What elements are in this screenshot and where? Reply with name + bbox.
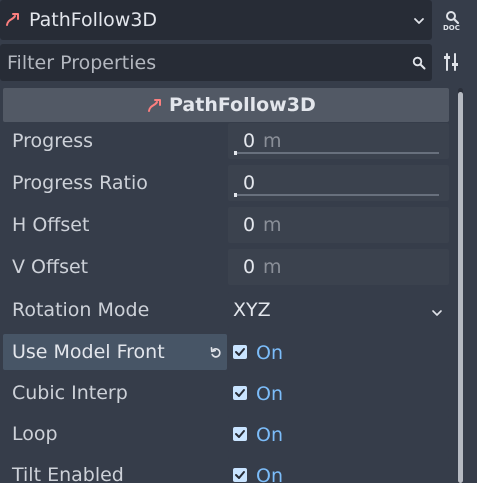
tilt-enabled-checkbox[interactable]: On <box>228 457 449 483</box>
property-label: Loop <box>12 423 58 445</box>
doc-button[interactable]: DOC <box>437 3 471 37</box>
rotation-mode-dropdown[interactable]: XYZ <box>228 292 449 328</box>
property-value: 0 <box>243 256 256 278</box>
use-model-front-checkbox[interactable]: On <box>228 334 449 370</box>
slider-track[interactable] <box>234 152 439 154</box>
loop-checkbox[interactable]: On <box>228 416 449 452</box>
sliders-icon <box>444 53 458 71</box>
property-label: Use Model Front <box>12 341 165 363</box>
property-value: 0 <box>243 214 256 236</box>
property-tools-button[interactable] <box>440 51 462 73</box>
property-label: Progress <box>12 130 94 152</box>
property-row-h-offset: H Offset 0 m <box>3 207 449 243</box>
node-name: PathFollow3D <box>29 9 158 31</box>
property-label: Progress Ratio <box>12 172 148 194</box>
inspector-panel: PathFollow3D DOC Filter Properties PathF… <box>0 0 477 483</box>
search-icon <box>412 55 426 70</box>
checkbox-label: On <box>256 383 283 405</box>
slider-grabber[interactable] <box>234 193 237 197</box>
property-label: Cubic Interp <box>12 382 128 404</box>
node-selector[interactable]: PathFollow3D <box>0 0 432 40</box>
inspector-scrollbar-thumb[interactable] <box>458 92 463 483</box>
h-offset-field[interactable]: 0 m <box>228 207 449 243</box>
property-label: Tilt Enabled <box>12 464 124 483</box>
property-label: V Offset <box>12 256 89 278</box>
property-row-loop: Loop On <box>3 416 449 452</box>
chevron-down-icon <box>412 13 426 27</box>
property-row-progress: Progress 0 m <box>3 123 449 159</box>
checkbox-checked-icon <box>233 345 247 359</box>
path-follow-icon <box>5 11 21 27</box>
cubic-interp-checkbox[interactable]: On <box>228 375 449 411</box>
property-value: XYZ <box>233 299 271 321</box>
checkbox-checked-icon <box>233 386 247 400</box>
revert-icon[interactable] <box>209 345 223 359</box>
property-row-progress-ratio: Progress Ratio 0 <box>3 165 449 201</box>
filter-placeholder: Filter Properties <box>7 52 157 74</box>
section-title: PathFollow3D <box>169 94 316 116</box>
doc-label: DOC <box>443 24 460 32</box>
filter-properties-input[interactable]: Filter Properties <box>0 44 432 81</box>
checkbox-checked-icon <box>233 468 247 482</box>
checkbox-label: On <box>256 424 283 446</box>
chevron-down-icon <box>431 304 443 316</box>
property-row-cubic-interp: Cubic Interp On <box>3 375 449 411</box>
checkbox-label: On <box>256 465 283 483</box>
property-row-rotation-mode: Rotation Mode XYZ <box>3 292 449 328</box>
slider-track[interactable] <box>234 194 439 196</box>
property-row-use-model-front: Use Model Front On <box>3 334 449 370</box>
property-unit: m <box>263 214 282 236</box>
path-follow-icon <box>147 97 163 113</box>
property-unit: m <box>263 256 282 278</box>
section-header-pathfollow3d[interactable]: PathFollow3D <box>3 88 449 122</box>
checkbox-checked-icon <box>233 427 247 441</box>
progress-slider-field[interactable]: 0 m <box>228 123 449 159</box>
property-row-tilt-enabled: Tilt Enabled On <box>3 457 449 483</box>
property-unit: m <box>263 130 282 152</box>
property-value: 0 <box>243 130 256 152</box>
checkbox-label: On <box>256 342 283 364</box>
property-row-v-offset: V Offset 0 m <box>3 249 449 285</box>
property-value: 0 <box>243 172 256 194</box>
progress-ratio-slider-field[interactable]: 0 <box>228 165 449 201</box>
slider-grabber[interactable] <box>234 151 237 155</box>
property-label: Rotation Mode <box>12 299 150 321</box>
v-offset-field[interactable]: 0 m <box>228 249 449 285</box>
property-label: H Offset <box>12 214 90 236</box>
